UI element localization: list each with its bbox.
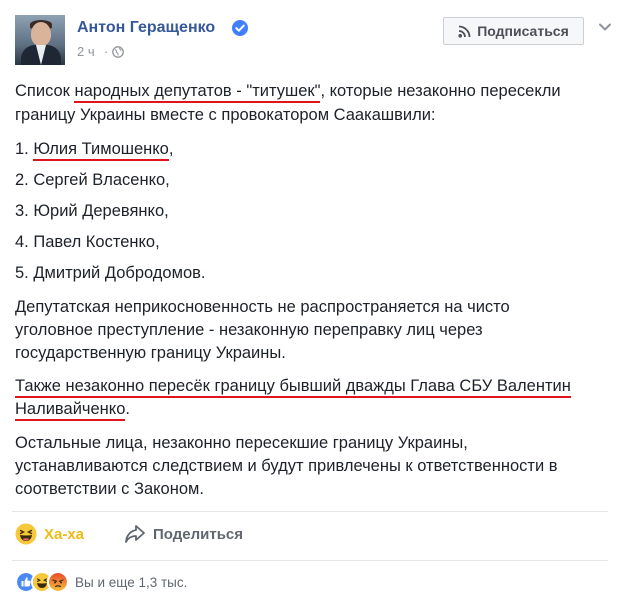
haha-reaction-button[interactable]: Ха-ха — [15, 521, 84, 547]
divider — [12, 560, 608, 561]
list-item: 5. Дмитрий Добродомов. — [15, 264, 206, 282]
text-line: Депутатская неприкосновенность не распро… — [15, 298, 510, 316]
list-item: 4. Павел Костенко, — [15, 233, 160, 251]
underlined-phrase: Юлия Тимошенко — [33, 140, 169, 161]
facebook-post: Антон Геращенко 2 ч · Подписаться Список… — [0, 0, 620, 607]
share-button[interactable]: Поделиться — [124, 521, 243, 547]
haha-icon — [15, 523, 37, 545]
author-name[interactable]: Антон Геращенко — [77, 19, 215, 37]
text-line: государственную границу Украины. — [15, 344, 286, 362]
subscribe-label: Подписаться — [477, 23, 569, 39]
list-item: 3. Юрий Деревянко, — [15, 202, 169, 220]
share-arrow-icon — [125, 525, 145, 543]
angry-icon — [47, 571, 69, 593]
post-timestamp[interactable]: 2 ч — [77, 44, 95, 59]
reactions-count-text: Вы и еще 1,3 тыс. — [75, 574, 188, 590]
reactions-summary[interactable]: Вы и еще 1,3 тыс. — [15, 570, 187, 594]
text-line: границу Украины вместе с провокатором Са… — [15, 106, 436, 124]
text-line: Остальные лица, незаконно пересекшие гра… — [15, 434, 468, 452]
underlined-phrase: Также незаконно пересёк границу бывший д… — [15, 377, 571, 398]
share-label: Поделиться — [153, 525, 244, 543]
subscribe-button[interactable]: Подписаться — [443, 17, 584, 45]
text-line: уголовное преступление - незаконную пере… — [15, 321, 483, 339]
text-line: соответствии с Законом. — [15, 480, 204, 498]
text-line: устанавливаются следствием и будут привл… — [15, 457, 558, 475]
chevron-down-icon[interactable] — [595, 17, 615, 37]
author-avatar[interactable] — [15, 15, 65, 65]
divider — [12, 511, 608, 512]
underlined-phrase: народных депутатов - "титушек" — [74, 82, 321, 103]
underlined-phrase: Наливайченко — [15, 400, 126, 421]
list-item: 2. Сергей Власенко, — [15, 171, 170, 189]
meta-separator: · — [104, 44, 109, 59]
rss-icon — [458, 25, 471, 38]
list-item: 1. Юлия Тимошенко, — [15, 138, 173, 161]
verified-badge-icon — [232, 20, 248, 36]
text-line: Наливайченко. — [15, 398, 130, 421]
text-line: Также незаконно пересёк границу бывший д… — [15, 375, 571, 398]
text-line: Список народных депутатов - "титушек", к… — [15, 80, 561, 103]
globe-icon[interactable] — [112, 46, 124, 58]
haha-label: Ха-ха — [44, 525, 85, 543]
